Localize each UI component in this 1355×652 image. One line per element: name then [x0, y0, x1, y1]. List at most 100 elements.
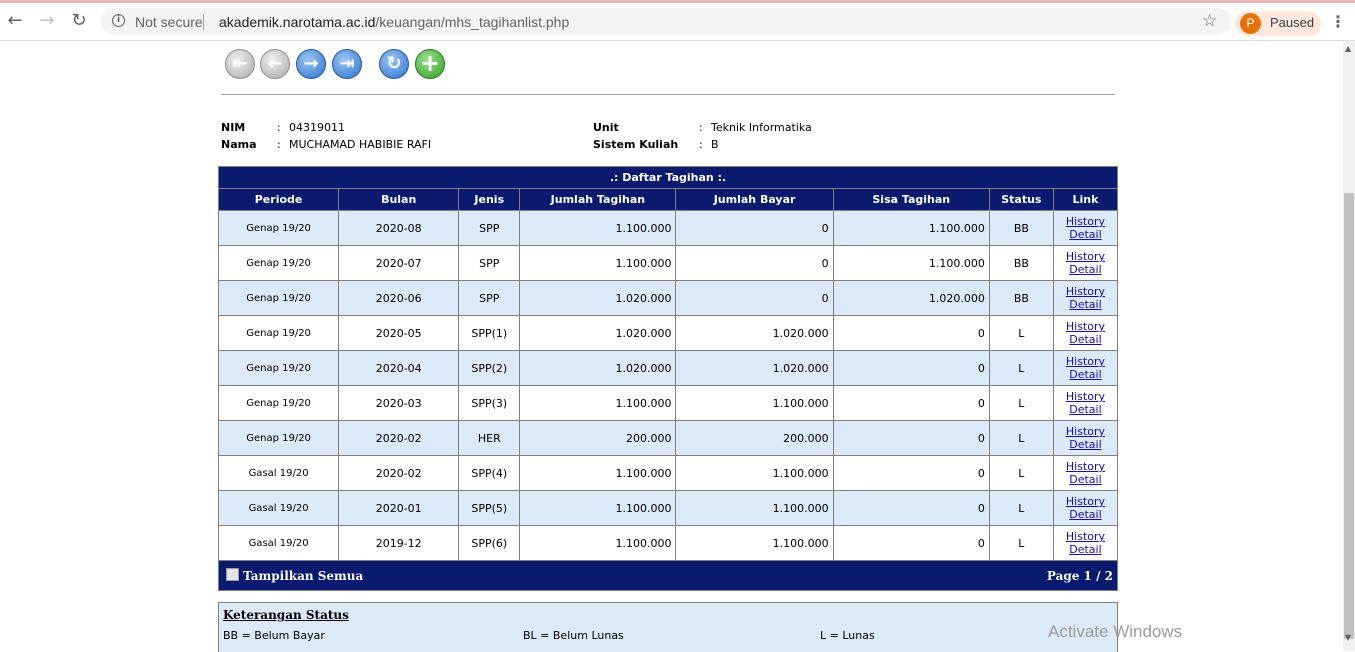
- cell-jenis: SPP(5): [458, 490, 521, 526]
- cell-jumlah-bayar: 1.100.000: [675, 490, 834, 526]
- cell-status: L: [988, 525, 1054, 561]
- column-header: Periode: [217, 188, 340, 211]
- scroll-up-icon[interactable]: ▲: [1345, 44, 1351, 53]
- add-icon[interactable]: +: [415, 49, 445, 79]
- history-link[interactable]: History: [1058, 215, 1113, 228]
- cell-jumlah-tagihan: 1.100.000: [519, 525, 677, 561]
- table-row: Genap 19/20 2020-07 SPP 1.100.000 0 1.100.000…: [217, 245, 1119, 281]
- cell-jumlah-tagihan: 1.100.000: [519, 455, 677, 491]
- cell-periode: Genap 19/20: [217, 280, 340, 316]
- legend-item: BL = Belum Lunas: [523, 629, 624, 642]
- cell-status: BB: [988, 245, 1054, 281]
- legend-item: BB = Belum Bayar: [223, 629, 325, 642]
- table-row: Genap 19/20 2020-02 HER 200.000 200.000 0 L His…: [217, 420, 1119, 456]
- security-label: Not secure: [135, 14, 203, 30]
- nim-colon: :: [277, 121, 281, 134]
- back-arrow-icon[interactable]: ←: [4, 10, 26, 32]
- cell-status: BB: [988, 210, 1054, 246]
- forward-arrow-icon[interactable]: →: [36, 10, 58, 32]
- show-all-cell: Tampilkan Semua: [217, 560, 676, 591]
- detail-link[interactable]: Detail: [1058, 263, 1113, 276]
- sistem-label: Sistem Kuliah: [593, 138, 679, 151]
- column-header: Link: [1052, 188, 1119, 211]
- unit-colon: :: [699, 121, 703, 134]
- cell-periode: Genap 19/20: [217, 385, 340, 421]
- scroll-thumb[interactable]: [1344, 193, 1354, 639]
- cell-sisa-tagihan: 1.020.000: [832, 280, 990, 316]
- cell-periode: Gasal 19/20: [217, 490, 340, 526]
- cell-sisa-tagihan: 0: [832, 420, 990, 456]
- bookmark-star-icon[interactable]: ☆: [1202, 11, 1217, 31]
- cell-periode: Genap 19/20: [217, 245, 340, 281]
- detail-link[interactable]: Detail: [1058, 438, 1113, 451]
- history-link[interactable]: History: [1058, 530, 1113, 543]
- history-link[interactable]: History: [1058, 355, 1113, 368]
- history-link[interactable]: History: [1058, 425, 1113, 438]
- cell-sisa-tagihan: 0: [832, 455, 990, 491]
- info-icon[interactable]: i: [112, 14, 125, 27]
- table-header-row: Periode Bulan Jenis Jumlah Tagihan Jumla…: [217, 188, 1119, 211]
- profile-status: Paused: [1270, 15, 1315, 30]
- column-header: Jumlah Tagihan: [519, 188, 677, 211]
- cell-periode: Gasal 19/20: [217, 525, 340, 561]
- scroll-down-icon[interactable]: ▼: [1345, 633, 1351, 642]
- next-icon[interactable]: →: [296, 49, 326, 79]
- history-link[interactable]: History: [1058, 460, 1113, 473]
- first-icon[interactable]: ⇤: [225, 49, 255, 79]
- cell-link: History Detail: [1052, 245, 1119, 281]
- detail-link[interactable]: Detail: [1058, 403, 1113, 416]
- cell-bulan: 2019-12: [338, 525, 460, 561]
- vertical-scrollbar[interactable]: ▲ ▼: [1343, 41, 1355, 651]
- history-link[interactable]: History: [1058, 250, 1113, 263]
- cell-jenis: SPP(6): [458, 525, 521, 561]
- cell-periode: Gasal 19/20: [217, 455, 340, 491]
- detail-link[interactable]: Detail: [1058, 508, 1113, 521]
- detail-link[interactable]: Detail: [1058, 298, 1113, 311]
- cell-jenis: SPP(3): [458, 385, 521, 421]
- show-all-label[interactable]: Tampilkan Semua: [243, 569, 363, 583]
- profile-button[interactable]: P Paused: [1235, 11, 1321, 36]
- refresh-icon[interactable]: ↻: [379, 49, 409, 79]
- table-row: Gasal 19/20 2020-02 SPP(4) 1.100.000 1.100.0…: [217, 455, 1119, 491]
- cell-jenis: HER: [458, 420, 521, 456]
- cell-jenis: SPP: [458, 280, 521, 316]
- column-header: Bulan: [338, 188, 460, 211]
- detail-link[interactable]: Detail: [1058, 228, 1113, 241]
- cell-jenis: SPP(2): [458, 350, 521, 386]
- last-icon[interactable]: ⇥: [332, 49, 362, 79]
- cell-sisa-tagihan: 0: [832, 525, 990, 561]
- cell-bulan: 2020-01: [338, 490, 460, 526]
- show-all-checkbox[interactable]: [226, 567, 239, 581]
- history-link[interactable]: History: [1058, 495, 1113, 508]
- previous-icon[interactable]: ←: [260, 49, 290, 79]
- detail-link[interactable]: Detail: [1058, 333, 1113, 346]
- cell-link: History Detail: [1052, 385, 1119, 421]
- cell-jumlah-bayar: 200.000: [675, 420, 834, 456]
- status-legend-title: Keterangan Status: [223, 608, 349, 622]
- cell-bulan: 2020-03: [338, 385, 460, 421]
- cell-status: L: [988, 420, 1054, 456]
- history-link[interactable]: History: [1058, 320, 1113, 333]
- reload-icon[interactable]: ↻: [68, 10, 90, 32]
- kebab-menu-icon[interactable]: ⋮: [1330, 12, 1346, 31]
- cell-jumlah-bayar: 1.100.000: [675, 525, 834, 561]
- detail-link[interactable]: Detail: [1058, 368, 1113, 381]
- cell-link: History Detail: [1052, 420, 1119, 456]
- cell-jumlah-tagihan: 1.100.000: [519, 210, 677, 246]
- cell-jumlah-bayar: 0: [675, 210, 834, 246]
- address-bar[interactable]: i Not secure akademik.narotama.ac.id/keu…: [101, 8, 1231, 35]
- table-row: Genap 19/20 2020-08 SPP 1.100.000 0 1.100.000…: [217, 210, 1119, 246]
- table-row: Genap 19/20 2020-04 SPP(2) 1.020.000 1.020.0…: [217, 350, 1119, 386]
- cell-jumlah-bayar: 1.100.000: [675, 385, 834, 421]
- cell-bulan: 2020-05: [338, 315, 460, 351]
- detail-link[interactable]: Detail: [1058, 473, 1113, 486]
- cell-jenis: SPP(4): [458, 455, 521, 491]
- detail-link[interactable]: Detail: [1058, 543, 1113, 556]
- history-link[interactable]: History: [1058, 390, 1113, 403]
- url-text[interactable]: akademik.narotama.ac.id/keuangan/mhs_tag…: [219, 14, 569, 30]
- cell-link: History Detail: [1052, 455, 1119, 491]
- cell-status: L: [988, 315, 1054, 351]
- history-link[interactable]: History: [1058, 285, 1113, 298]
- tagihan-table: .: Daftar Tagihan :. Periode Bulan Jenis…: [217, 166, 1119, 591]
- cell-jenis: SPP: [458, 210, 521, 246]
